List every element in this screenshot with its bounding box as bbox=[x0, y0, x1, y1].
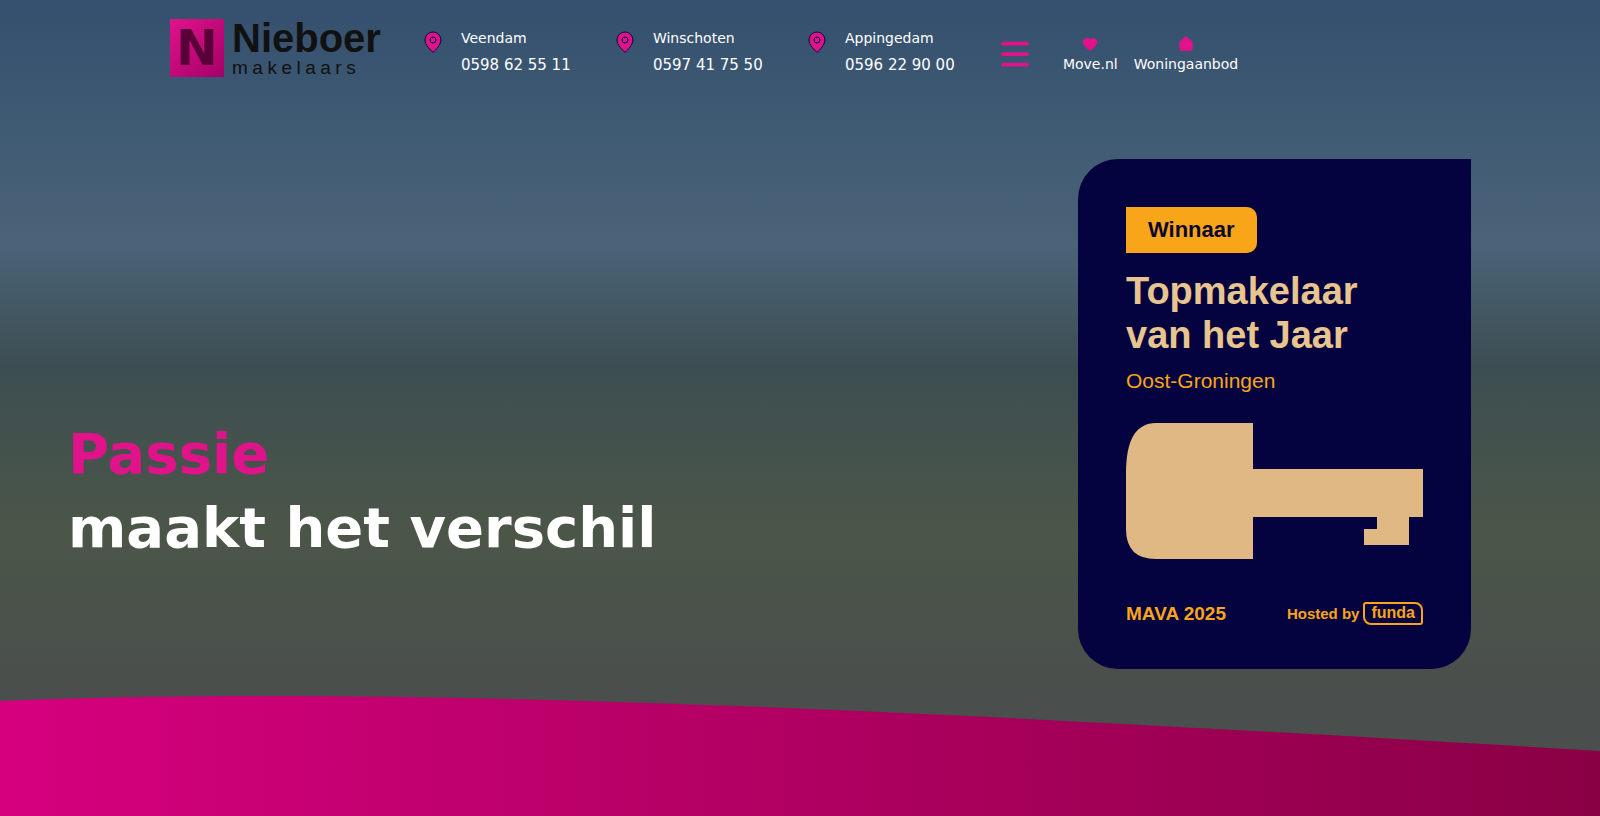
host-name: funda bbox=[1363, 602, 1423, 625]
location-text: Winschoten 0597 41 75 50 bbox=[653, 30, 763, 74]
award-tag: Winnaar bbox=[1126, 207, 1257, 253]
nav-link[interactable]: Woningaanbod bbox=[1126, 18, 1246, 72]
award-badge: Winnaar Topmakelaarvan het Jaar Oost-Groni… bbox=[1078, 159, 1471, 669]
award-host: Hosted byfunda bbox=[1287, 602, 1423, 625]
location-phone[interactable]: 0597 41 75 50 bbox=[653, 56, 763, 74]
award-title: Topmakelaarvan het Jaar bbox=[1126, 269, 1423, 357]
site-header: NNieboermakelaars Veendam 0598 62 55 11 Win… bbox=[0, 0, 1600, 95]
logo-mark: N bbox=[170, 19, 224, 77]
location[interactable]: Appingedam 0596 22 90 00 bbox=[805, 18, 997, 74]
bottom-wave bbox=[0, 691, 1600, 816]
location-phone[interactable]: 0598 62 55 11 bbox=[461, 56, 571, 74]
location[interactable]: Veendam 0598 62 55 11 bbox=[421, 18, 613, 74]
hamburger-icon bbox=[997, 36, 1033, 72]
logo-name: Nieboer bbox=[232, 18, 381, 58]
nav-link-label: Woningaanbod bbox=[1134, 56, 1238, 72]
award-footer: MAVA 2025 Hosted byfunda bbox=[1126, 602, 1423, 625]
location-text: Veendam 0598 62 55 11 bbox=[461, 30, 571, 74]
location-city: Winschoten bbox=[653, 30, 763, 46]
nav-link[interactable]: Move.nl bbox=[1055, 18, 1126, 72]
location-text: Appingedam 0596 22 90 00 bbox=[845, 30, 955, 74]
key-icon bbox=[1126, 423, 1423, 559]
map-pin-icon bbox=[421, 30, 445, 54]
location[interactable]: Winschoten 0597 41 75 50 bbox=[613, 18, 805, 74]
location-city: Veendam bbox=[461, 30, 571, 46]
heart-icon bbox=[1082, 36, 1098, 52]
logo[interactable]: NNieboermakelaars bbox=[170, 18, 381, 78]
headline-text: maakt het verschil bbox=[68, 491, 656, 565]
map-pin-icon bbox=[613, 30, 637, 54]
award-title-line: van het Jaar bbox=[1126, 313, 1423, 357]
nav-link-label: Move.nl bbox=[1063, 56, 1118, 72]
host-label: Hosted by bbox=[1287, 605, 1360, 622]
menu-button[interactable] bbox=[997, 36, 1033, 72]
award-title-line: Topmakelaar bbox=[1126, 269, 1423, 313]
logo-text: Nieboermakelaars bbox=[232, 18, 381, 78]
award-event: MAVA 2025 bbox=[1126, 603, 1226, 625]
headline: Passiemaakt het verschil bbox=[68, 417, 656, 565]
location-phone[interactable]: 0596 22 90 00 bbox=[845, 56, 955, 74]
map-pin-icon bbox=[805, 30, 829, 54]
logo-tagline: makelaars bbox=[232, 58, 381, 78]
location-city: Appingedam bbox=[845, 30, 955, 46]
house-icon bbox=[1178, 36, 1194, 52]
hero-content: Passiemaakt het verschil Winnaar Topmakela… bbox=[0, 95, 1600, 691]
hero: NNieboermakelaars Veendam 0598 62 55 11 Win… bbox=[0, 0, 1600, 816]
award-region: Oost-Groningen bbox=[1126, 369, 1423, 393]
key-wrap bbox=[1126, 423, 1423, 602]
headline-accent: Passie bbox=[68, 417, 656, 491]
